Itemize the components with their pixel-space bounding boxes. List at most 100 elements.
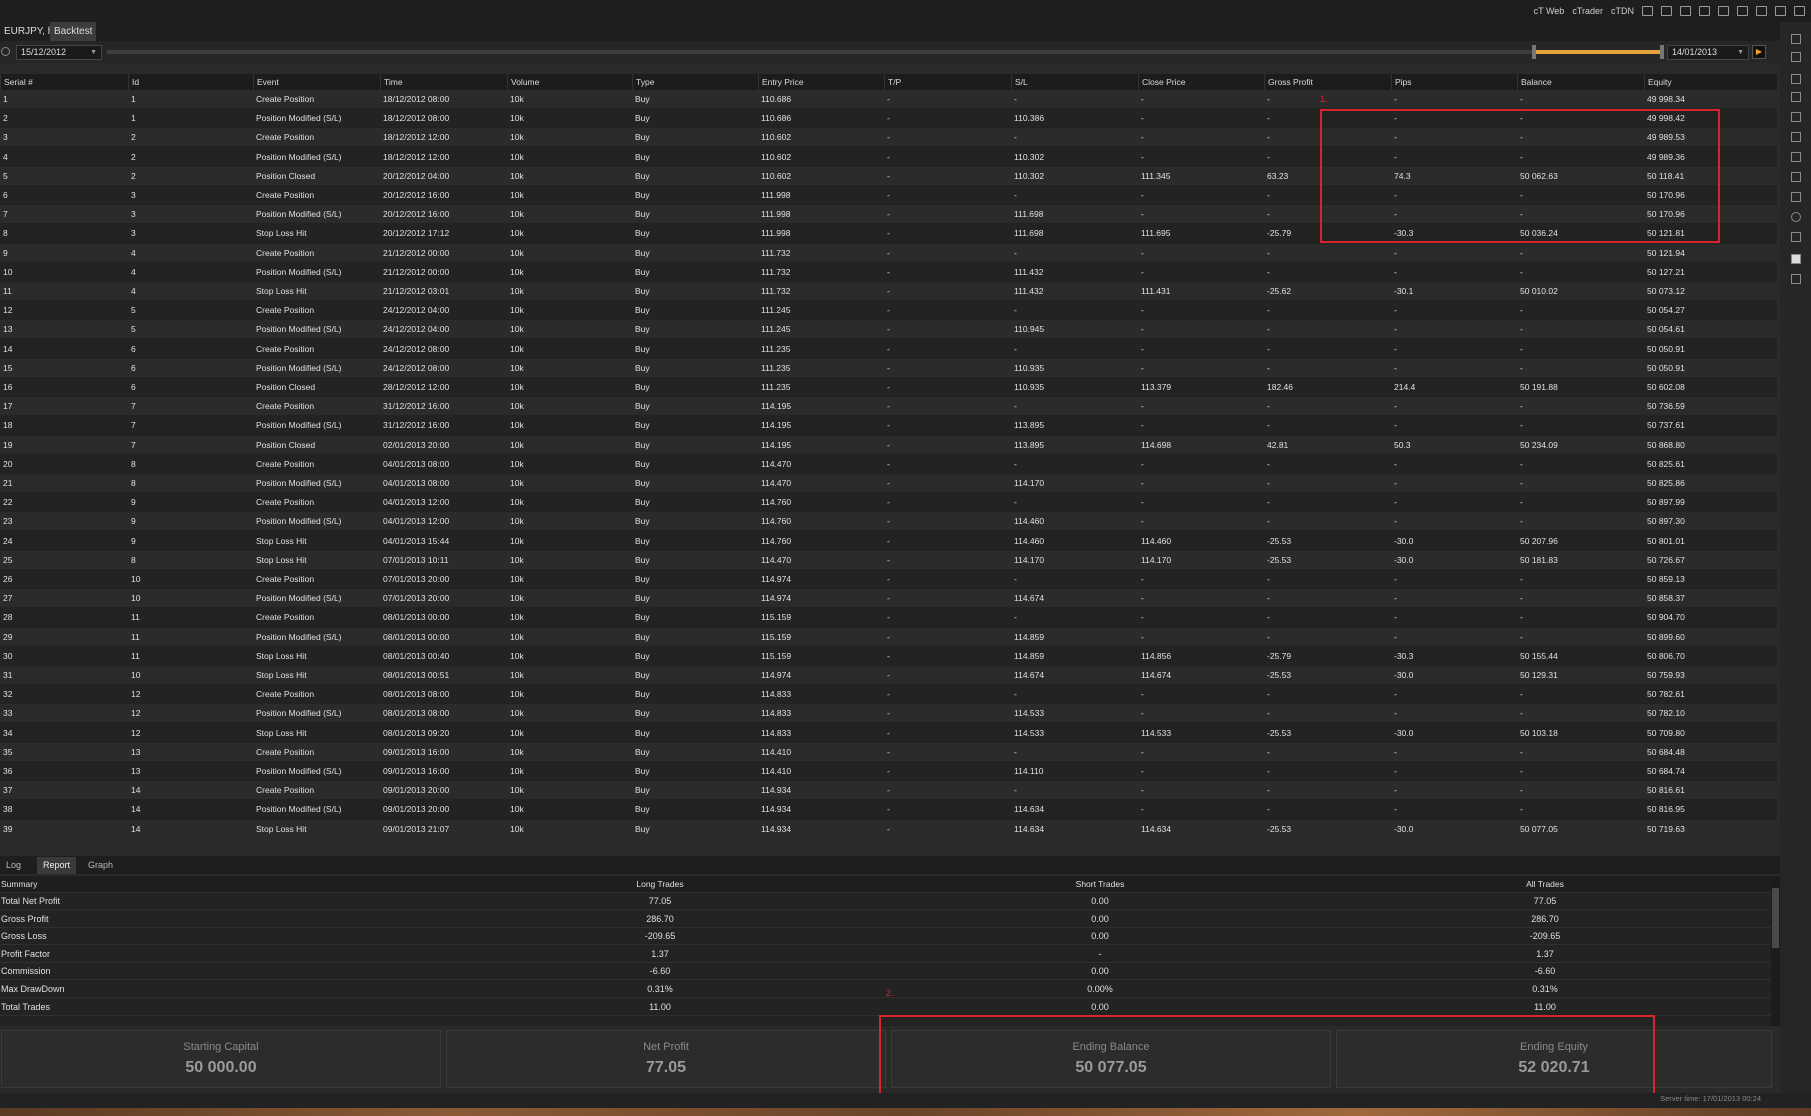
table-cell: - xyxy=(1394,612,1397,623)
table-cell: 10k xyxy=(510,804,524,815)
ctweb-link[interactable]: cT Web xyxy=(1534,6,1565,16)
table-row[interactable]: 26 10 Create Position 07/01/2013 20:00 10k Bu… xyxy=(0,570,1777,588)
table-row[interactable]: 38 14 Position Modified (S/L) 09/01/2013 20… xyxy=(0,800,1777,819)
table-cell: - xyxy=(1141,458,1144,469)
chat-icon[interactable] xyxy=(1661,6,1672,16)
column-header[interactable]: Time xyxy=(380,74,507,90)
ellipse-icon[interactable] xyxy=(1791,212,1801,222)
range-slider-end-handle[interactable] xyxy=(1660,45,1664,59)
column-header[interactable]: Entry Price xyxy=(758,74,884,90)
table-row[interactable]: 30 11 Stop Loss Hit 08/01/2013 00:40 10k Buy 1… xyxy=(0,646,1777,665)
horizontal-line-icon[interactable] xyxy=(1791,112,1801,122)
tab-backtest[interactable]: Backtest xyxy=(50,22,97,41)
table-row[interactable]: 28 11 Create Position 08/01/2013 00:00 10k Bu… xyxy=(0,608,1777,627)
table-row[interactable]: 35 13 Create Position 09/01/2013 16:00 10k Bu… xyxy=(0,742,1777,761)
summary-cell: 0.31% xyxy=(647,984,673,994)
table-row[interactable]: 32 12 Create Position 08/01/2013 08:00 10k Bu… xyxy=(0,685,1777,704)
rectangle-icon[interactable] xyxy=(1791,192,1801,202)
ctrader-link[interactable]: cTrader xyxy=(1572,6,1603,16)
gear-icon[interactable] xyxy=(1,47,10,56)
table-row[interactable]: 20 8 Create Position 04/01/2013 08:00 10k Buy… xyxy=(0,454,1777,473)
refresh-icon[interactable] xyxy=(1699,6,1710,16)
table-row[interactable]: 15 6 Position Modified (S/L) 24/12/2012 08:… xyxy=(0,358,1777,377)
document-icon[interactable] xyxy=(1642,6,1653,16)
table-row[interactable]: 21 8 Position Modified (S/L) 04/01/2013 08:… xyxy=(0,474,1777,492)
summary-row: Gross Loss -209.65 0.00 -209.65 xyxy=(0,928,1771,946)
table-row[interactable]: 16 6 Position Closed 28/12/2012 12:00 10k Buy… xyxy=(0,378,1777,396)
tab-log[interactable]: Log xyxy=(0,857,27,874)
table-row[interactable]: 29 11 Position Modified (S/L) 08/01/2013 00… xyxy=(0,627,1777,646)
table-cell: - xyxy=(1394,305,1397,316)
table-cell: Buy xyxy=(635,439,650,450)
date-to-picker[interactable]: 14/01/2013 ▼ xyxy=(1667,45,1749,60)
table-row[interactable]: 18 7 Position Modified (S/L) 31/12/2012 16:… xyxy=(0,416,1777,435)
table-cell: 10k xyxy=(510,554,524,565)
fibonacci-icon[interactable] xyxy=(1791,152,1801,162)
table-row[interactable]: 12 5 Create Position 24/12/2012 04:00 10k Buy… xyxy=(0,301,1777,320)
table-row[interactable]: 11 4 Stop Loss Hit 21/12/2012 03:01 10k Buy 11… xyxy=(0,282,1777,300)
column-header[interactable]: T/P xyxy=(884,74,1011,90)
vertical-line-icon[interactable] xyxy=(1791,92,1801,102)
column-header[interactable]: S/L xyxy=(1011,74,1138,90)
table-row[interactable]: 17 7 Create Position 31/12/2012 16:00 10k Buy… xyxy=(0,397,1777,416)
table-row[interactable]: 37 14 Create Position 09/01/2013 20:00 10k Bu… xyxy=(0,781,1777,800)
zoom-icon[interactable] xyxy=(1791,74,1801,84)
channel-icon[interactable] xyxy=(1791,172,1801,182)
table-row[interactable]: 9 4 Create Position 21/12/2012 00:00 10k Buy 1… xyxy=(0,243,1777,262)
color-icon[interactable] xyxy=(1791,254,1801,264)
range-slider-track[interactable] xyxy=(107,50,1662,54)
table-row[interactable]: 34 12 Stop Loss Hit 08/01/2013 09:20 10k Buy 1… xyxy=(0,723,1777,742)
layout-icon[interactable] xyxy=(1775,6,1786,16)
table-row[interactable]: 22 9 Create Position 04/01/2013 12:00 10k Buy… xyxy=(0,493,1777,512)
print-icon[interactable] xyxy=(1718,6,1729,16)
table-row[interactable]: 24 9 Stop Loss Hit 04/01/2013 15:44 10k Buy 11… xyxy=(0,531,1777,550)
table-row[interactable]: 19 7 Position Closed 02/01/2013 20:00 10k Buy… xyxy=(0,435,1777,454)
fullscreen-icon[interactable] xyxy=(1794,6,1805,16)
annotation-1: 1. xyxy=(1320,94,1328,104)
summary-scrollbar-thumb[interactable] xyxy=(1772,888,1779,948)
table-cell: 23 xyxy=(3,516,13,527)
trend-line-icon[interactable] xyxy=(1791,132,1801,142)
settings-icon[interactable] xyxy=(1680,6,1691,16)
play-button[interactable]: ▶ xyxy=(1752,45,1766,59)
table-row[interactable]: 27 10 Position Modified (S/L) 07/01/2013 20… xyxy=(0,589,1777,608)
table-cell: 114.410 xyxy=(761,766,792,776)
cursor-icon[interactable] xyxy=(1791,34,1801,44)
ctdn-link[interactable]: cTDN xyxy=(1611,6,1634,16)
table-row[interactable]: 13 5 Position Modified (S/L) 24/12/2012 04:… xyxy=(0,320,1777,339)
column-header[interactable]: Id xyxy=(128,74,253,90)
range-slider-start-handle[interactable] xyxy=(1532,45,1536,59)
table-row[interactable]: 1 1 Create Position 18/12/2012 08:00 10k Buy 1… xyxy=(0,90,1777,108)
column-header[interactable]: Pips xyxy=(1391,74,1517,90)
column-header[interactable]: Event xyxy=(253,74,380,90)
table-row[interactable]: 36 13 Position Modified (S/L) 09/01/2013 16… xyxy=(0,762,1777,780)
camera-icon[interactable] xyxy=(1791,274,1801,284)
table-cell: 24/12/2012 04:00 xyxy=(383,324,450,335)
table-cell: 34 xyxy=(3,727,13,738)
table-cell: - xyxy=(1014,458,1017,469)
sound-icon[interactable] xyxy=(1737,6,1748,16)
table-row[interactable]: 23 9 Position Modified (S/L) 04/01/2013 12:… xyxy=(0,512,1777,531)
column-header[interactable]: Volume xyxy=(507,74,632,90)
table-row[interactable]: 33 12 Position Modified (S/L) 08/01/2013 08… xyxy=(0,704,1777,723)
crosshair-icon[interactable] xyxy=(1791,52,1801,62)
table-row[interactable]: 10 4 Position Modified (S/L) 21/12/2012 00:… xyxy=(0,262,1777,281)
column-header[interactable]: Type xyxy=(632,74,758,90)
table-row[interactable]: 31 10 Stop Loss Hit 08/01/2013 00:51 10k Buy 1… xyxy=(0,666,1777,684)
column-header[interactable]: Equity xyxy=(1644,74,1777,90)
column-header[interactable]: Serial # xyxy=(0,74,128,90)
date-from-picker[interactable]: 15/12/2012 ▼ xyxy=(16,45,102,60)
tab-graph[interactable]: Graph xyxy=(82,857,119,874)
keyboard-icon[interactable] xyxy=(1756,6,1767,16)
column-header[interactable]: Balance xyxy=(1517,74,1644,90)
table-row[interactable]: 25 8 Stop Loss Hit 07/01/2013 10:11 10k Buy 11… xyxy=(0,550,1777,569)
text-icon[interactable] xyxy=(1791,232,1801,242)
table-row[interactable]: 39 14 Stop Loss Hit 09/01/2013 21:07 10k Buy 1… xyxy=(0,819,1777,838)
table-cell: 10k xyxy=(510,766,524,776)
column-header[interactable]: Close Price xyxy=(1138,74,1264,90)
tab-report[interactable]: Report xyxy=(37,857,77,874)
table-cell: - xyxy=(1014,785,1017,796)
table-row[interactable]: 14 6 Create Position 24/12/2012 08:00 10k Buy… xyxy=(0,339,1777,358)
table-cell: - xyxy=(1141,190,1144,200)
column-header[interactable]: Gross Profit xyxy=(1264,74,1391,90)
